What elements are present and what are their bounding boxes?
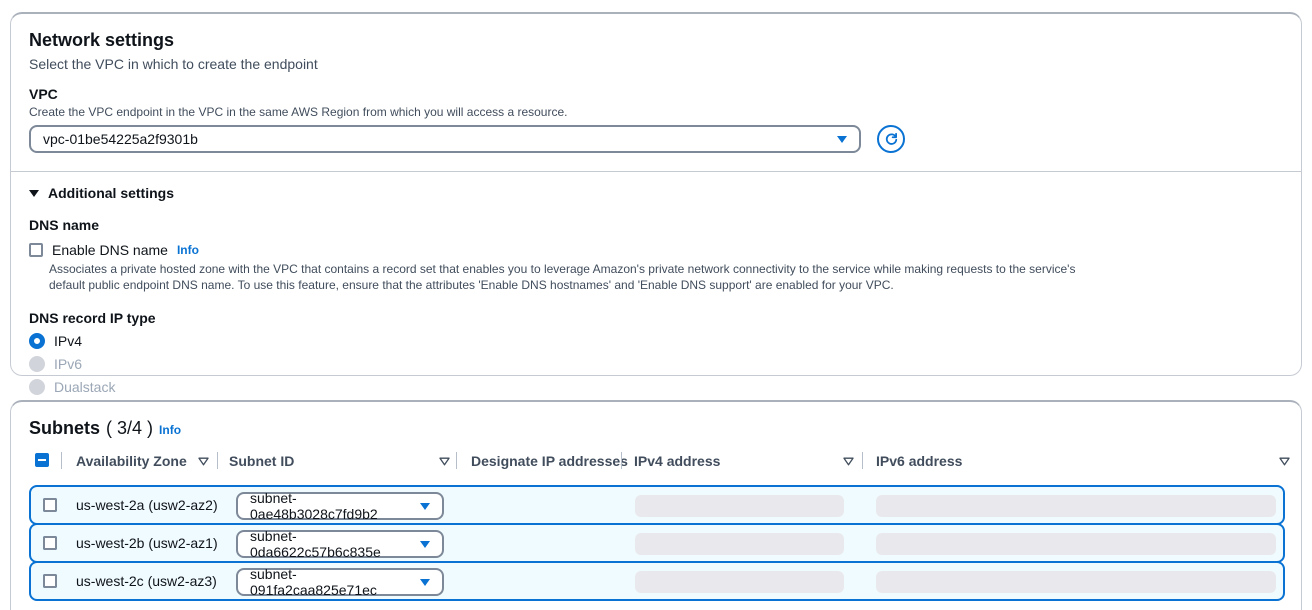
section-divider [11, 171, 1301, 172]
subnets-card: Subnets ( 3/4 ) Info Availability Zone S… [10, 400, 1302, 610]
subnet-id-select[interactable]: subnet-0da6622c57b6c835e [236, 530, 444, 558]
availability-zone-cell: us-west-2a (usw2-az2) [76, 497, 218, 513]
column-separator [61, 452, 62, 469]
availability-zone-cell: us-west-2b (usw2-az1) [76, 535, 218, 551]
column-separator [456, 452, 457, 469]
ipv4-address-field-disabled [635, 533, 844, 555]
designate-ip-checkbox[interactable] [43, 498, 57, 512]
th-subnet-id: Subnet ID [229, 453, 294, 469]
subnets-table-header: Availability Zone Subnet ID Designate IP… [29, 449, 1283, 475]
th-availability-zone: Availability Zone [76, 453, 187, 469]
subnets-info-link[interactable]: Info [159, 423, 181, 437]
designate-ip-checkbox[interactable] [43, 574, 57, 588]
radio-label: Dualstack [54, 379, 115, 395]
vpc-select-row: vpc-01be54225a2f9301b [29, 125, 1283, 153]
enable-dns-checkbox[interactable] [29, 243, 43, 257]
chevron-down-icon [837, 136, 847, 143]
enable-dns-checkbox-label: Enable DNS name [52, 242, 168, 258]
subnet-id-value: subnet-0da6622c57b6c835e [250, 528, 420, 560]
radio-button [29, 356, 45, 372]
column-separator [621, 452, 622, 469]
additional-settings-title: Additional settings [48, 185, 174, 201]
ipv4-address-field-disabled [635, 571, 844, 593]
dns-name-label: DNS name [29, 217, 1283, 233]
radio-button[interactable] [29, 333, 45, 349]
additional-settings-toggle[interactable]: Additional settings [29, 185, 1283, 201]
dns-record-ip-type-option: IPv4 [29, 333, 1283, 349]
th-designate-ip: Designate IP addresses [471, 453, 628, 469]
network-settings-card: Network settings Select the VPC in which… [10, 12, 1302, 376]
dns-record-ip-type-option: IPv6 [29, 356, 1283, 372]
subnet-id-value: subnet-091fa2caa825e71ec [250, 566, 420, 598]
dns-record-ip-type-label: DNS record IP type [29, 310, 1283, 326]
radio-label: IPv6 [54, 356, 82, 372]
designate-ip-checkbox[interactable] [43, 536, 57, 550]
radio-label: IPv4 [54, 333, 82, 349]
refresh-button[interactable] [877, 125, 905, 153]
filter-icon-subnet-id[interactable] [439, 457, 450, 466]
subnets-title-row: Subnets ( 3/4 ) Info [29, 418, 1283, 439]
ipv6-address-field-disabled [876, 533, 1276, 555]
chevron-down-icon [420, 541, 430, 548]
table-row: us-west-2b (usw2-az1) subnet-0da6622c57b… [29, 523, 1285, 563]
chevron-down-icon [420, 579, 430, 586]
column-separator [217, 452, 218, 469]
th-ipv6-address: IPv6 address [876, 453, 962, 469]
dns-name-info-link[interactable]: Info [177, 243, 199, 257]
subnets-rows: us-west-2a (usw2-az2) subnet-0ae48b3028c… [29, 485, 1283, 601]
filter-icon-ipv6[interactable] [1279, 457, 1290, 466]
filter-icon-availability-zone[interactable] [198, 457, 209, 466]
ipv6-address-field-disabled [876, 495, 1276, 517]
page-title: Network settings [29, 30, 1283, 51]
subnet-id-select[interactable]: subnet-0ae48b3028c7fd9b2 [236, 492, 444, 520]
table-row: us-west-2a (usw2-az2) subnet-0ae48b3028c… [29, 485, 1285, 525]
select-all-checkbox[interactable] [35, 453, 49, 467]
enable-dns-description: Associates a private hosted zone with th… [49, 262, 1109, 294]
subnets-count: ( 3/4 ) [106, 418, 153, 439]
expand-caret-icon [29, 190, 39, 197]
vpc-select-value: vpc-01be54225a2f9301b [43, 131, 198, 147]
enable-dns-row: Enable DNS name Info [29, 242, 1283, 258]
availability-zone-cell: us-west-2c (usw2-az3) [76, 573, 217, 589]
subnets-title: Subnets [29, 418, 100, 439]
filter-icon-ipv4[interactable] [843, 457, 854, 466]
ipv4-address-field-disabled [635, 495, 844, 517]
network-settings-subtitle: Select the VPC in which to create the en… [29, 56, 1283, 72]
subnet-id-value: subnet-0ae48b3028c7fd9b2 [250, 490, 420, 522]
vpc-label: VPC [29, 86, 1283, 102]
table-row: us-west-2c (usw2-az3) subnet-091fa2caa82… [29, 561, 1285, 601]
ipv6-address-field-disabled [876, 571, 1276, 593]
chevron-down-icon [420, 503, 430, 510]
vpc-description: Create the VPC endpoint in the VPC in th… [29, 105, 1283, 119]
column-separator [862, 452, 863, 469]
refresh-icon [884, 132, 899, 147]
vpc-select[interactable]: vpc-01be54225a2f9301b [29, 125, 861, 153]
radio-button [29, 379, 45, 395]
subnet-id-select[interactable]: subnet-091fa2caa825e71ec [236, 568, 444, 596]
th-ipv4-address: IPv4 address [634, 453, 720, 469]
dns-record-ip-type-option: Dualstack [29, 379, 1283, 395]
